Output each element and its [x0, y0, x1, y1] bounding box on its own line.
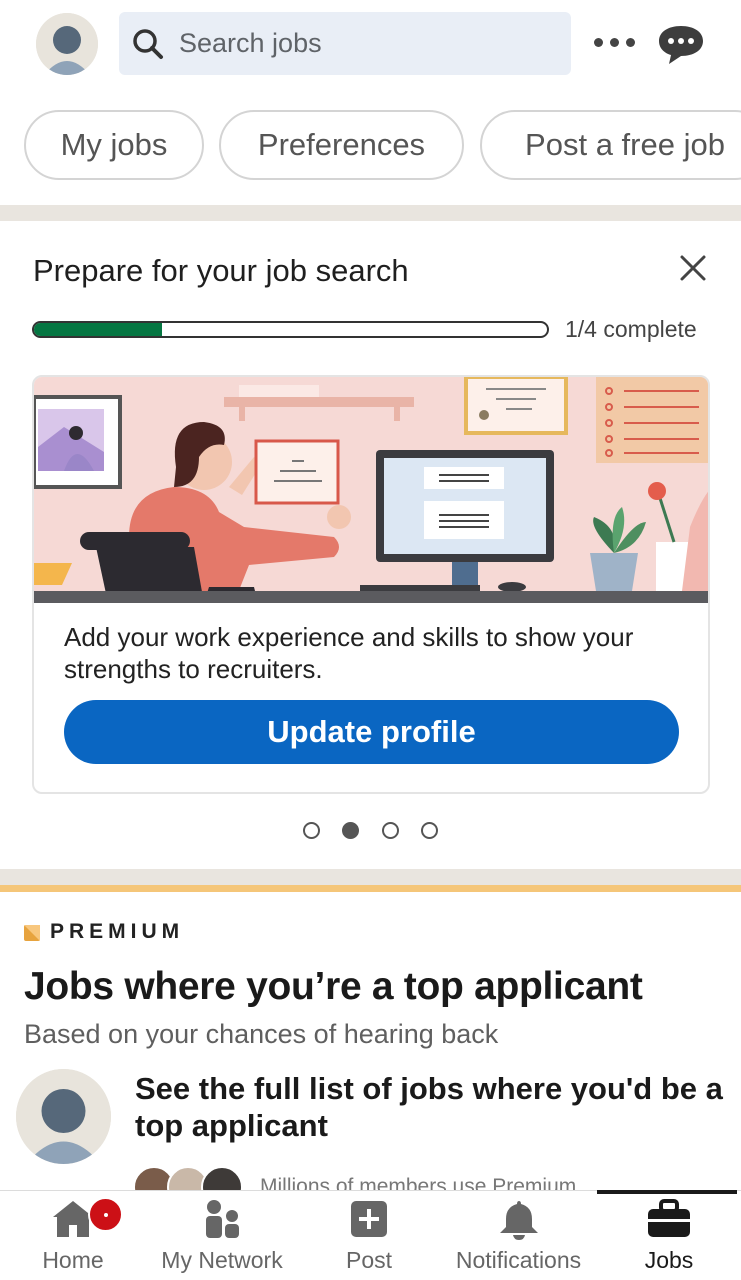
card-description: Add your work experience and skills to s…	[64, 622, 634, 684]
top-bar: Search jobs	[0, 0, 741, 92]
home-icon	[51, 1199, 95, 1244]
carousel-dots	[300, 822, 440, 840]
jobs-page: Search jobs My jobs Preferences Post a f…	[0, 0, 741, 1280]
top-applicant-link[interactable]: See the full list of jobs where you'd be…	[135, 1070, 725, 1144]
member-faces	[133, 1166, 248, 1190]
section-divider	[0, 205, 741, 221]
profile-avatar[interactable]	[36, 13, 98, 75]
progress-bar	[32, 321, 549, 338]
messaging-icon[interactable]	[657, 24, 705, 71]
preferences-pill[interactable]: Preferences	[219, 110, 464, 180]
carousel-dot-4[interactable]	[421, 822, 438, 839]
job-search-illustration	[34, 377, 708, 603]
nav-label-post: Post	[345, 1247, 393, 1273]
active-tab-indicator	[597, 1190, 737, 1194]
nav-label-notifications: Notifications	[455, 1247, 582, 1273]
nav-label-jobs: Jobs	[644, 1247, 694, 1273]
post-icon	[349, 1199, 389, 1244]
nav-post[interactable]: Post	[298, 1191, 440, 1280]
nav-jobs[interactable]: Jobs	[597, 1191, 741, 1280]
nav-notifications[interactable]: Notifications	[440, 1191, 597, 1280]
progress-fill	[34, 323, 163, 336]
nav-home[interactable]: Home	[0, 1191, 146, 1280]
premium-icon	[24, 925, 40, 946]
premium-heading: Jobs where you’re a top applicant	[24, 965, 643, 1008]
nav-my-network[interactable]: My Network	[146, 1191, 298, 1280]
section-divider-2	[0, 869, 741, 885]
premium-accent-bar	[0, 885, 741, 892]
premium-label: PREMIUM	[50, 920, 185, 943]
update-profile-button[interactable]: Update profile	[64, 700, 679, 764]
prepare-title: Prepare for your job search	[33, 253, 409, 288]
carousel-dot-2[interactable]	[342, 822, 359, 839]
filter-pills: My jobs Preferences Post a free job	[0, 110, 741, 182]
notification-badge	[88, 1197, 123, 1232]
nav-label-home: Home	[42, 1247, 104, 1273]
members-text: Millions of members use Premium	[260, 1175, 577, 1190]
premium-subheading: Based on your chances of hearing back	[24, 1019, 499, 1049]
avatar	[16, 1069, 111, 1164]
carousel-dot-3[interactable]	[382, 822, 399, 839]
network-icon	[200, 1199, 244, 1244]
nav-label-network: My Network	[161, 1247, 283, 1273]
search-icon	[130, 26, 166, 67]
prepare-card: Add your work experience and skills to s…	[32, 375, 710, 794]
search-placeholder: Search jobs	[179, 28, 322, 58]
post-free-job-pill[interactable]: Post a free job	[480, 110, 741, 180]
bell-icon	[497, 1199, 541, 1246]
close-icon[interactable]	[678, 253, 708, 288]
my-jobs-pill[interactable]: My jobs	[24, 110, 204, 180]
search-bar[interactable]: Search jobs	[119, 12, 571, 75]
progress-text: 1/4 complete	[565, 316, 697, 342]
carousel-dot-1[interactable]	[303, 822, 320, 839]
more-icon[interactable]	[592, 36, 638, 50]
briefcase-icon	[646, 1199, 692, 1244]
